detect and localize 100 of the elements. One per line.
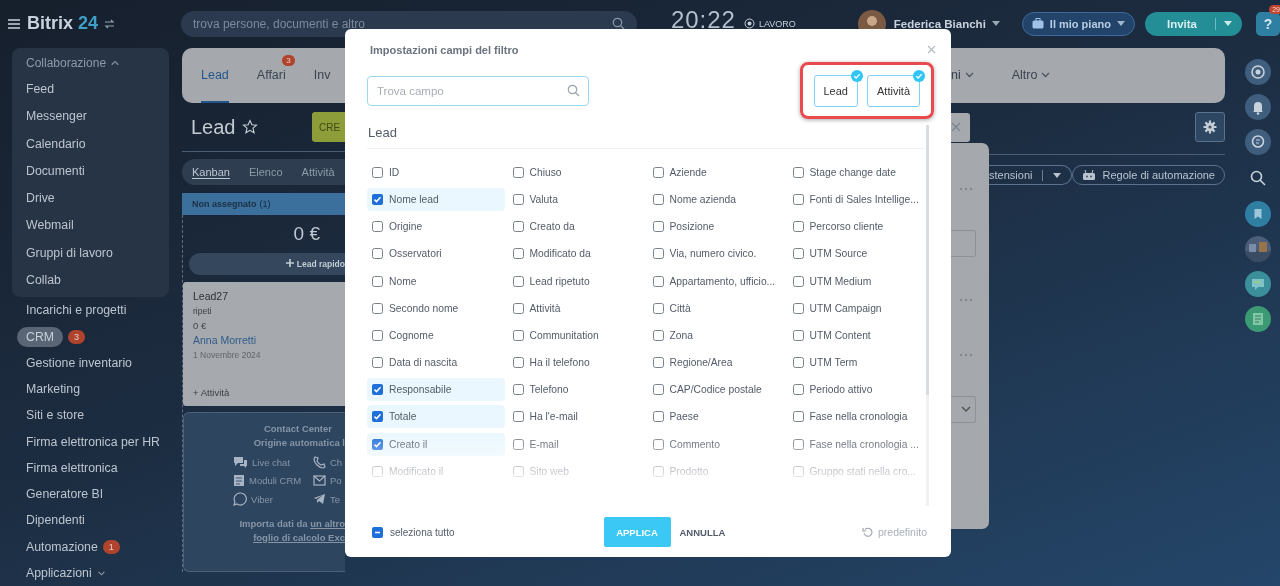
field-option[interactable]: Appartamento, ufficio...	[647, 269, 785, 293]
logo[interactable]: Bitrix 24	[27, 13, 99, 34]
scrollbar-thumb[interactable]	[926, 124, 929, 395]
chat-icon[interactable]	[1244, 129, 1271, 155]
checkbox[interactable]	[792, 411, 804, 423]
checkbox[interactable]	[512, 221, 524, 233]
field-option[interactable]: Posizione	[647, 215, 785, 239]
field-option[interactable]: Aziende	[647, 160, 785, 184]
field-option[interactable]: UTM Source	[787, 242, 922, 266]
field-option[interactable]: Nome lead	[367, 187, 505, 211]
search-field[interactable]: Trova campo	[367, 76, 589, 107]
checkbox[interactable]	[792, 221, 804, 233]
checkbox[interactable]	[372, 465, 383, 477]
checkbox[interactable]	[792, 384, 804, 396]
checkbox[interactable]	[512, 384, 524, 396]
field-option[interactable]: Creato il	[367, 432, 505, 456]
document-icon[interactable]	[1244, 306, 1271, 332]
field-option[interactable]: Modificato da	[507, 242, 645, 266]
field-option[interactable]: CAP/Codice postale	[647, 378, 785, 402]
menu-item[interactable]: Generatore BI	[12, 487, 104, 502]
field-option[interactable]: ID	[367, 160, 505, 184]
field-option[interactable]: Città	[647, 296, 785, 320]
checkbox[interactable]	[652, 193, 664, 205]
search-icon[interactable]	[1249, 170, 1266, 186]
checkbox[interactable]	[372, 438, 383, 450]
field-option[interactable]: Fase nella cronologia	[787, 405, 922, 429]
checkbox[interactable]	[372, 221, 383, 233]
field-option[interactable]: Secondo nome	[367, 296, 505, 320]
checkbox[interactable]	[372, 166, 383, 178]
menu-item[interactable]: Gestione inventario	[12, 355, 132, 370]
lead-card[interactable]: Lead27 ripeti 0 € Anna Morretti 1 Novembre 2024 + Attività	[183, 282, 345, 406]
menu-item[interactable]: Incarichi e progetti	[12, 303, 127, 318]
field-option[interactable]: Data di nascita	[367, 351, 505, 375]
field-option[interactable]: UTM Term	[787, 351, 922, 375]
checkbox[interactable]	[652, 357, 664, 369]
menu-item[interactable]: Gruppi di lavoro	[12, 239, 169, 268]
checkbox[interactable]	[512, 411, 524, 423]
field-option[interactable]: Communitation	[507, 323, 645, 347]
field-option[interactable]: Via, numero civico.	[647, 242, 785, 266]
menu-item[interactable]: Automazione	[12, 539, 98, 554]
help-button[interactable]: ?	[1256, 11, 1280, 36]
checkbox[interactable]	[512, 302, 524, 314]
checkbox[interactable]	[792, 248, 804, 260]
view-tab[interactable]: Kanban	[192, 165, 230, 179]
menu-group-title[interactable]: Collaborazione	[12, 50, 169, 76]
field-option[interactable]: Stage change date	[787, 160, 922, 184]
menu-item[interactable]: Dipendenti	[12, 513, 85, 528]
checkbox[interactable]	[792, 438, 804, 450]
checkbox[interactable]	[372, 275, 383, 287]
field-option[interactable]: Chiuso	[507, 160, 645, 184]
tab[interactable]: Altro	[1011, 48, 1051, 103]
menu-item[interactable]: Calendario	[12, 130, 169, 158]
checkbox[interactable]	[372, 384, 383, 396]
field-option[interactable]: Ha il telefono	[507, 351, 645, 375]
field-option[interactable]: Attività	[507, 296, 645, 320]
target-icon[interactable]	[1244, 59, 1271, 85]
menu-item[interactable]: Documenti	[12, 157, 169, 186]
tab[interactable]: Inv	[313, 48, 331, 103]
bookmark-icon[interactable]	[1244, 201, 1271, 227]
menu-item[interactable]: Drive	[12, 185, 169, 213]
checkbox[interactable]	[792, 193, 804, 205]
card-title[interactable]: Lead27	[193, 290, 335, 302]
checkbox[interactable]	[512, 438, 524, 450]
field-option[interactable]: Valuta	[507, 187, 645, 211]
menu-item[interactable]: Marketing	[12, 382, 80, 397]
plan-button[interactable]: Il mio piano	[1021, 11, 1135, 36]
field-option[interactable]: UTM Medium	[787, 269, 922, 293]
field-option[interactable]: Ha l'e-mail	[507, 405, 645, 429]
menu-icon[interactable]	[7, 17, 21, 30]
checkbox[interactable]	[652, 248, 664, 260]
settings-button[interactable]	[1195, 112, 1225, 142]
checkbox[interactable]	[792, 329, 804, 341]
field-option[interactable]: Creato da	[507, 215, 645, 239]
checkbox[interactable]	[512, 357, 524, 369]
checkbox[interactable]	[512, 329, 524, 341]
field-option[interactable]: Totale	[367, 405, 505, 429]
field-option[interactable]: Osservatori	[367, 242, 505, 266]
field-option[interactable]: Lead ripetuto	[507, 269, 645, 293]
quick-add-button[interactable]: Lead rapido	[189, 253, 345, 275]
checkbox[interactable]	[372, 248, 383, 260]
checkbox[interactable]	[512, 275, 524, 287]
field-option[interactable]: Cognome	[367, 323, 505, 347]
checkbox[interactable]	[652, 275, 664, 287]
checkbox[interactable]	[652, 411, 664, 423]
notifications-icon[interactable]	[1244, 94, 1271, 120]
field-option[interactable]: E-mail	[507, 432, 645, 456]
checkbox[interactable]	[652, 221, 664, 233]
checkbox[interactable]	[372, 411, 383, 423]
menu-item[interactable]: CRM	[17, 326, 63, 347]
menu-item[interactable]: Siti e store	[12, 408, 85, 423]
field-option[interactable]: Fase nella cronologia ...	[787, 432, 922, 456]
menu-item[interactable]: Feed	[12, 76, 169, 104]
chat-icon[interactable]	[1244, 271, 1271, 297]
field-option[interactable]: Origine	[367, 215, 505, 239]
field-option[interactable]: Nome azienda	[647, 187, 785, 211]
field-option[interactable]: Commento	[647, 432, 785, 456]
field-option[interactable]: Periodo attivo	[787, 378, 922, 402]
select-all-checkbox[interactable]: seleziona tutto	[367, 526, 455, 538]
menu-item[interactable]: Firma elettronica per HR	[12, 434, 160, 449]
field-option[interactable]: Paese	[647, 405, 785, 429]
